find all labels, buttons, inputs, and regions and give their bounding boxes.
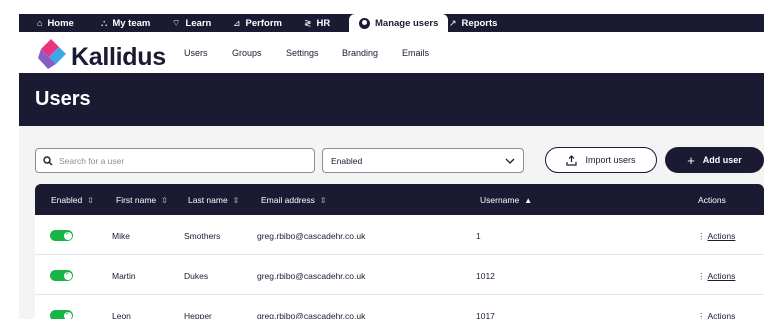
check-icon: ✓	[65, 230, 71, 237]
top-nav: ⌂ Home ⛬ My team ⌔ Learn ⊿ Perform ≷ HR …	[19, 14, 764, 32]
actions-label: Actions	[707, 271, 736, 281]
column-header-first-name[interactable]: First name ⇳	[116, 195, 168, 205]
actions-label: Actions	[707, 311, 736, 319]
enabled-toggle[interactable]: ✓	[50, 230, 73, 241]
last-name-cell: Dukes	[184, 271, 209, 281]
check-icon: ✓	[65, 310, 71, 317]
top-nav-label: HR	[316, 17, 331, 29]
dna-icon: ≷	[304, 17, 312, 28]
page-title: Users	[35, 88, 91, 110]
top-nav-perform[interactable]: ⊿ Perform	[233, 14, 282, 32]
add-user-label: Add user	[702, 155, 742, 165]
search-input[interactable]: Search for a user	[35, 148, 315, 173]
sort-icon: ⇳	[161, 195, 168, 205]
row-actions-link[interactable]: ⋮ Actions	[697, 271, 735, 282]
status-select-value: Enabled	[331, 155, 363, 166]
users-table: Enabled ⇳ First name ⇳ Last name ⇳ Email…	[35, 184, 764, 319]
username-cell: 1012	[476, 271, 495, 281]
sort-ascending-icon: ▲	[524, 195, 533, 205]
top-nav-reports[interactable]: ↗ Reports	[449, 14, 497, 32]
top-nav-manage-users[interactable]: Manage users	[349, 14, 449, 32]
top-nav-label: Perform	[245, 17, 282, 29]
sub-nav-groups[interactable]: Groups	[232, 48, 262, 58]
email-cell: greg.rbibo@cascadehr.co.uk	[257, 271, 366, 281]
column-header-label: Username	[480, 195, 520, 205]
table-row: ✓ Mike Smothers greg.rbibo@cascadehr.co.…	[35, 215, 764, 255]
email-cell: greg.rbibo@cascadehr.co.uk	[257, 311, 366, 319]
more-vertical-icon: ⋮	[697, 271, 706, 281]
more-vertical-icon: ⋮	[697, 231, 706, 241]
top-nav-label: Home	[47, 17, 74, 29]
column-header-email[interactable]: Email address ⇳	[261, 195, 327, 205]
sub-nav-users[interactable]: Users	[184, 48, 208, 58]
page-header: Users	[19, 73, 764, 126]
column-header-enabled[interactable]: Enabled ⇳	[51, 195, 94, 205]
status-select[interactable]: Enabled	[322, 148, 524, 173]
user-circle-icon	[359, 17, 370, 29]
chart-icon: ⊿	[233, 17, 241, 28]
table-row: ✓ Leon Hepper greg.rbibo@cascadehr.co.uk…	[35, 295, 764, 319]
email-cell: greg.rbibo@cascadehr.co.uk	[257, 231, 366, 241]
search-placeholder: Search for a user	[59, 155, 125, 166]
first-name-cell: Martin	[112, 271, 136, 281]
last-name-cell: Hepper	[184, 311, 212, 319]
first-name-cell: Mike	[112, 231, 130, 241]
column-header-actions: Actions	[698, 195, 726, 205]
sub-nav-settings[interactable]: Settings	[286, 48, 319, 58]
app-frame: ⌂ Home ⛬ My team ⌔ Learn ⊿ Perform ≷ HR …	[19, 14, 764, 319]
row-actions-link[interactable]: ⋮ Actions	[697, 311, 735, 319]
add-user-button[interactable]: + Add user	[665, 147, 764, 173]
chevron-down-icon	[505, 158, 515, 164]
column-header-label: Last name	[188, 195, 228, 205]
actions-label: Actions	[707, 231, 736, 241]
top-nav-my-team[interactable]: ⛬ My team	[101, 14, 150, 32]
home-icon: ⌂	[37, 18, 43, 28]
graduation-icon: ⌔	[172, 17, 181, 28]
sort-icon: ⇳	[232, 195, 240, 205]
sub-nav-emails[interactable]: Emails	[402, 48, 429, 58]
username-cell: 1	[476, 231, 481, 241]
top-nav-label: My team	[112, 17, 151, 29]
column-header-label: First name	[116, 195, 157, 205]
enabled-toggle[interactable]: ✓	[50, 270, 73, 281]
table-header: Enabled ⇳ First name ⇳ Last name ⇳ Email…	[35, 184, 764, 215]
top-nav-learn[interactable]: ⌔ Learn	[172, 14, 211, 32]
import-users-label: Import users	[585, 155, 636, 165]
top-nav-label: Reports	[461, 17, 498, 29]
top-nav-label: Learn	[185, 17, 212, 29]
table-row: ✓ Martin Dukes greg.rbibo@cascadehr.co.u…	[35, 255, 764, 295]
import-users-button[interactable]: Import users	[545, 147, 657, 173]
plus-icon: +	[687, 152, 695, 168]
column-header-label: Enabled	[51, 195, 83, 205]
top-nav-home[interactable]: ⌂ Home	[37, 14, 74, 32]
column-header-label: Actions	[698, 195, 726, 205]
column-header-username[interactable]: Username ▲	[480, 195, 532, 205]
trend-icon: ↗	[449, 17, 457, 28]
search-icon	[43, 155, 53, 165]
last-name-cell: Smothers	[184, 231, 221, 241]
sort-icon: ⇳	[87, 195, 94, 205]
sub-nav-branding[interactable]: Branding	[342, 48, 378, 58]
upload-icon	[566, 154, 578, 166]
first-name-cell: Leon	[112, 311, 131, 319]
brand-name: Kallidus	[71, 43, 166, 71]
column-header-label: Email address	[261, 195, 315, 205]
top-nav-hr[interactable]: ≷ HR	[304, 14, 330, 32]
check-icon: ✓	[65, 270, 71, 277]
column-header-last-name[interactable]: Last name ⇳	[188, 195, 239, 205]
username-cell: 1017	[476, 311, 495, 319]
kallidus-logo-icon	[38, 39, 66, 69]
sort-icon: ⇳	[319, 195, 327, 205]
top-nav-label: Manage users	[375, 17, 439, 29]
row-actions-link[interactable]: ⋮ Actions	[697, 231, 735, 242]
team-icon: ⛬	[101, 17, 108, 28]
enabled-toggle[interactable]: ✓	[50, 310, 73, 319]
more-vertical-icon: ⋮	[697, 311, 706, 319]
